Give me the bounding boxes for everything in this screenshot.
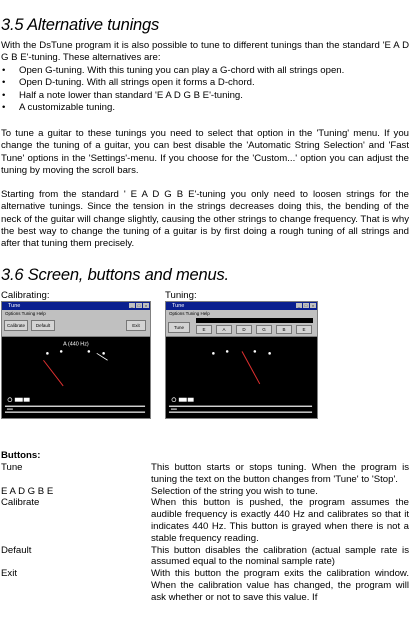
list-item-text: Half a note lower than standard 'E A D G… bbox=[19, 89, 243, 101]
tuning-menu-paragraph: To tune a guitar to these tunings you ne… bbox=[1, 128, 409, 176]
caption-calibrating: Calibrating: bbox=[1, 290, 50, 301]
tuning-screenshot: Tune _ □ × Options Tuning Help Tune E A … bbox=[165, 301, 318, 419]
default-button: Default bbox=[31, 320, 55, 331]
definition-row: E A D G B E Selection of the string you … bbox=[1, 486, 409, 498]
definition-term: Calibrate bbox=[1, 497, 40, 509]
caption-tuning: Tuning: bbox=[165, 290, 197, 301]
window-title: Tune bbox=[8, 303, 21, 309]
bullet-icon: • bbox=[2, 65, 6, 76]
string-button-b: B bbox=[276, 325, 292, 334]
definition-row: Calibrate When this button is pushed, th… bbox=[1, 497, 409, 544]
maximize-icon: □ bbox=[303, 303, 309, 308]
document-page: 3.5 Alternative tunings With the DsTune … bbox=[0, 0, 410, 643]
frequency-field bbox=[72, 320, 102, 331]
window-controls: _ □ × bbox=[129, 303, 149, 308]
window-menubar: Options Tuning Help bbox=[2, 310, 150, 317]
calibration-toolbar: Calibrate Default Exit bbox=[2, 317, 150, 337]
button-definitions: Tune This button starts or stops tuning.… bbox=[1, 462, 409, 604]
frequency-readout: A (440 Hz) bbox=[63, 341, 89, 347]
window-menubar: Options Tuning Help bbox=[166, 310, 317, 317]
definition-row: Exit With this button the program exits … bbox=[1, 568, 409, 603]
definition-text: When this button is pushed, the program … bbox=[151, 497, 409, 544]
list-item-text: Open G-tuning. With this tuning you can … bbox=[19, 65, 345, 76]
bullet-icon: • bbox=[2, 77, 6, 89]
loosen-strings-paragraph: Starting from the standard ' E A D G B E… bbox=[1, 189, 409, 250]
close-icon: × bbox=[143, 303, 149, 308]
list-item: • Open D-tuning. With all strings open it… bbox=[1, 77, 344, 89]
frequency-bar bbox=[196, 318, 313, 323]
string-button-e-high: E bbox=[296, 325, 312, 334]
definition-term: Default bbox=[1, 544, 32, 556]
close-icon: × bbox=[310, 303, 316, 308]
list-item: • Half a note lower than standard 'E A D … bbox=[1, 90, 344, 102]
meter-graphic: A (440 Hz) bbox=[4, 341, 146, 413]
exit-button: Exit bbox=[126, 320, 146, 331]
window-titlebar: Tune _ □ × bbox=[166, 302, 317, 310]
definition-text: Selection of the string you wish to tune… bbox=[151, 485, 318, 497]
window-title: Tune bbox=[172, 303, 185, 309]
section-heading-alternative-tunings: 3.5 Alternative tunings bbox=[1, 16, 160, 34]
tune-button: Tune bbox=[168, 322, 190, 333]
definition-term: E A D G B E bbox=[1, 485, 54, 497]
calibrating-screenshot: Tune _ □ × Options Tuning Help Calibrate… bbox=[1, 301, 151, 419]
section-heading-screen-buttons-menus: 3.6 Screen, buttons and menus. bbox=[1, 266, 229, 284]
minimize-icon: _ bbox=[129, 303, 135, 308]
list-item-text: A customizable tuning. bbox=[19, 101, 115, 113]
definition-text: This button disables the calibration (ac… bbox=[151, 544, 409, 568]
list-item: • Open G-tuning. With this tuning you can… bbox=[1, 65, 344, 77]
window-controls: _ □ × bbox=[296, 303, 316, 308]
list-item-text: Open D-tuning. With all strings open it … bbox=[19, 77, 255, 89]
list-item: • A customizable tuning. bbox=[1, 102, 344, 114]
bullet-icon: • bbox=[2, 101, 6, 113]
definition-term: Tune bbox=[1, 462, 23, 473]
definition-text: With this button the program exits the c… bbox=[151, 568, 409, 603]
string-button-e-low: E bbox=[196, 325, 212, 334]
tuning-toolbar: Tune E A D G B E bbox=[166, 317, 317, 337]
tuning-meter-display: A (440 Hz) bbox=[2, 336, 150, 418]
string-button-a: A bbox=[216, 325, 232, 334]
tuning-meter-display bbox=[166, 336, 317, 418]
definition-row: Tune This button starts or stops tuning.… bbox=[1, 462, 409, 486]
window-titlebar: Tune _ □ × bbox=[2, 302, 150, 310]
calibrate-button: Calibrate bbox=[4, 320, 28, 331]
definition-text: This button starts or stops tuning. When… bbox=[151, 462, 409, 485]
meter-graphic bbox=[168, 350, 313, 413]
bullet-icon: • bbox=[2, 89, 6, 101]
tuning-options-list: • Open G-tuning. With this tuning you can… bbox=[1, 65, 344, 114]
buttons-heading: Buttons: bbox=[1, 450, 41, 461]
string-button-g: G bbox=[256, 325, 272, 334]
definition-term: Exit bbox=[1, 568, 17, 580]
intro-paragraph: With the DsTune program it is also possi… bbox=[1, 40, 409, 64]
minimize-icon: _ bbox=[296, 303, 302, 308]
string-button-d: D bbox=[236, 325, 252, 334]
definition-row: Default This button disables the calibra… bbox=[1, 545, 409, 569]
maximize-icon: □ bbox=[136, 303, 142, 308]
